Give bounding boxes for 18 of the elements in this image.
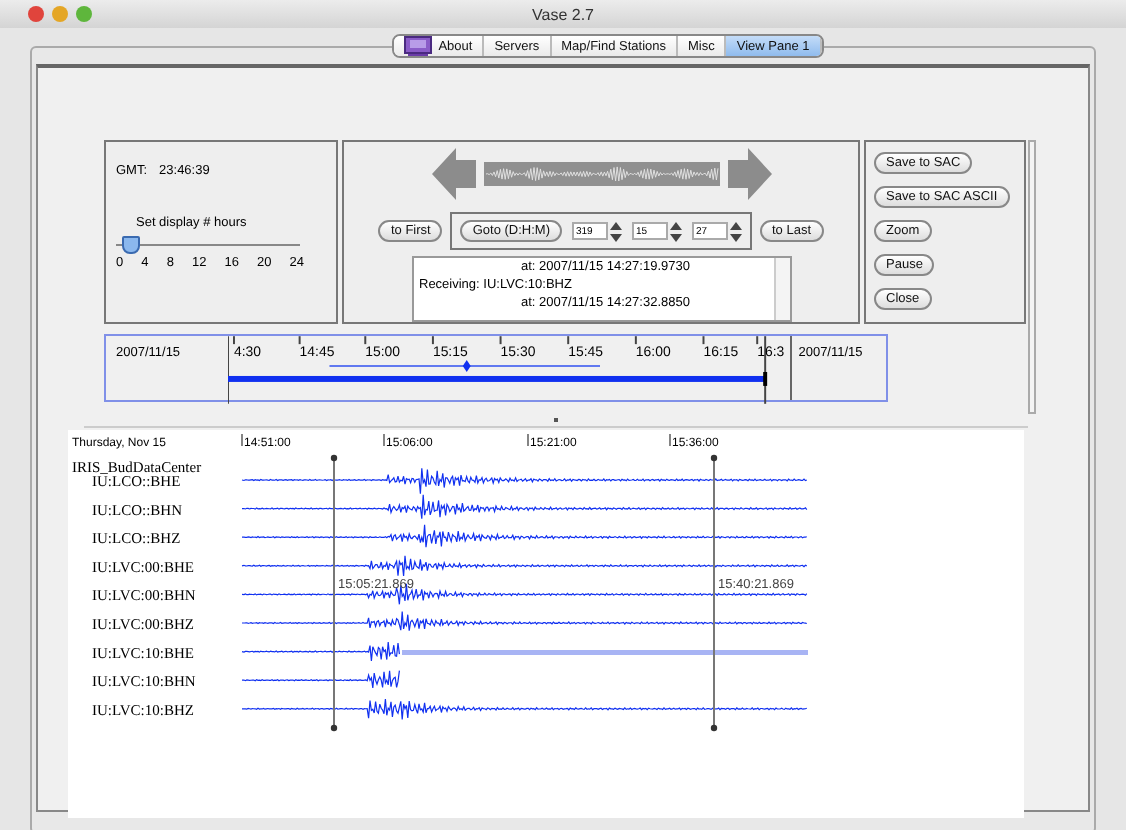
zoom-button[interactable] xyxy=(76,6,92,22)
stepper-icon[interactable] xyxy=(670,221,682,241)
time-marker[interactable] xyxy=(330,454,338,732)
window-title: Vase 2.7 xyxy=(532,5,594,23)
close-button[interactable] xyxy=(28,6,44,22)
right-arrow-icon[interactable] xyxy=(727,148,771,200)
time-marker[interactable] xyxy=(710,454,718,732)
stepper-icon[interactable] xyxy=(610,221,622,241)
stepper-icon[interactable] xyxy=(730,221,742,241)
log-scrollbar[interactable] xyxy=(773,258,789,320)
left-arrow-icon[interactable] xyxy=(431,148,475,200)
time-window-range[interactable] xyxy=(328,360,601,372)
vertical-scrollbar[interactable] xyxy=(1028,140,1036,414)
minimize-button[interactable] xyxy=(52,6,68,22)
hours-slider[interactable] xyxy=(116,236,300,256)
slider-thumb[interactable] xyxy=(122,236,141,254)
splitter-handle[interactable] xyxy=(554,418,558,422)
monitor-icon xyxy=(404,36,433,56)
